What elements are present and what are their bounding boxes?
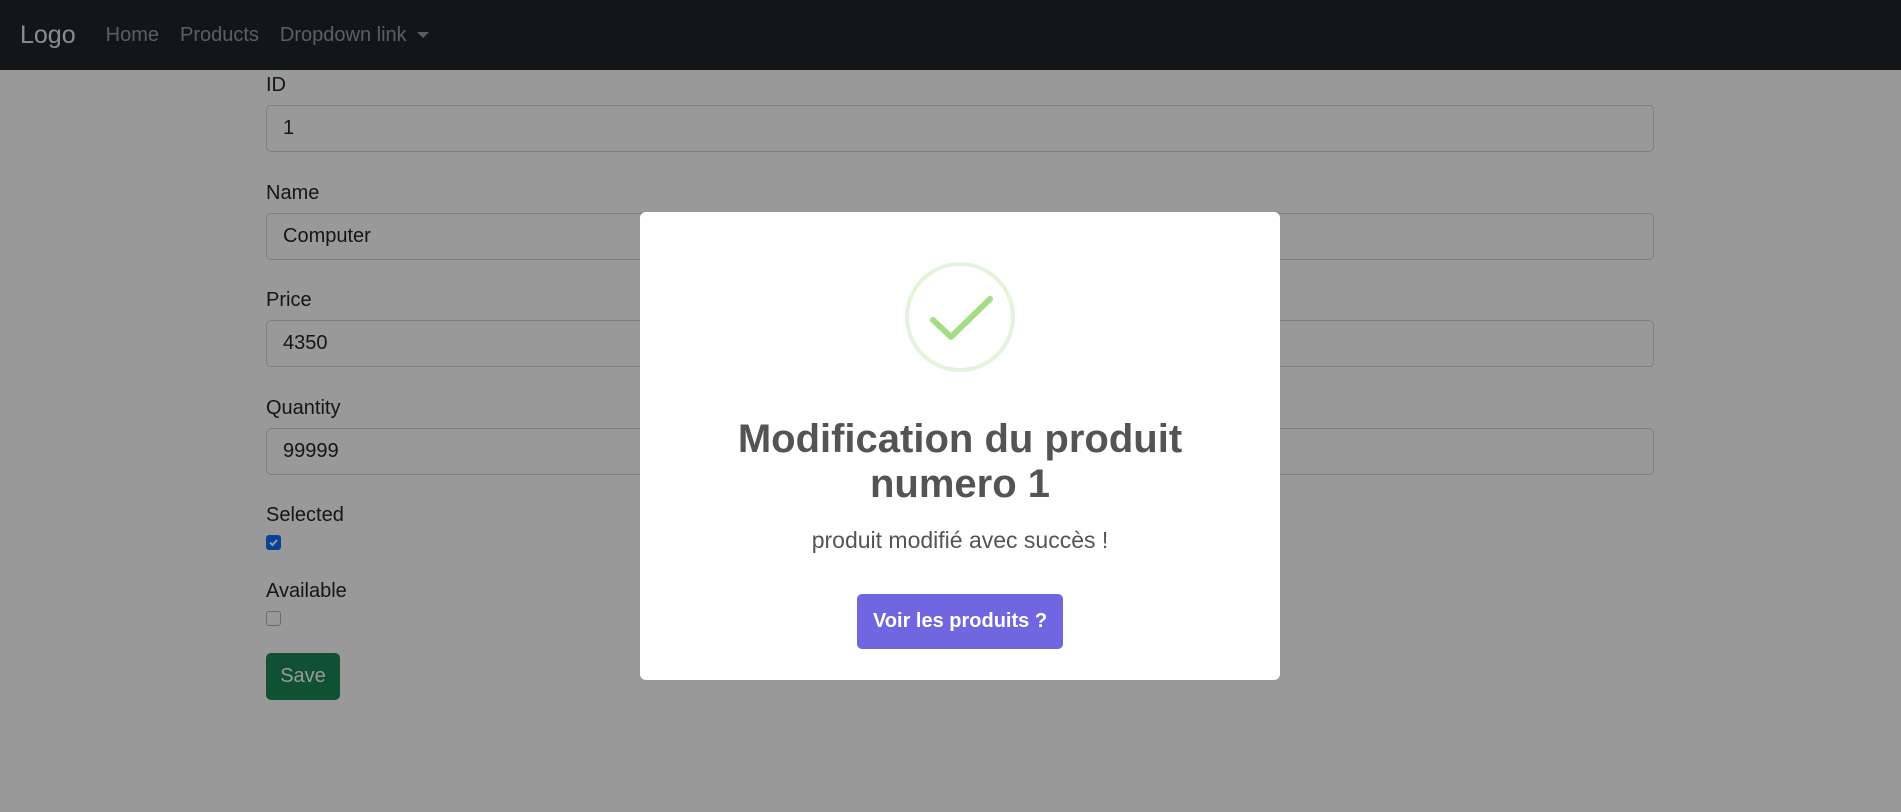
check-icon <box>930 296 993 340</box>
success-modal: Modification du produit numero 1 produit… <box>640 212 1280 680</box>
view-products-button[interactable]: Voir les produits ? <box>857 594 1063 649</box>
modal-title: Modification du produit numero 1 <box>737 417 1183 506</box>
success-check-icon <box>905 262 1015 372</box>
modal-message: produit modifié avec succès ! <box>811 527 1109 553</box>
